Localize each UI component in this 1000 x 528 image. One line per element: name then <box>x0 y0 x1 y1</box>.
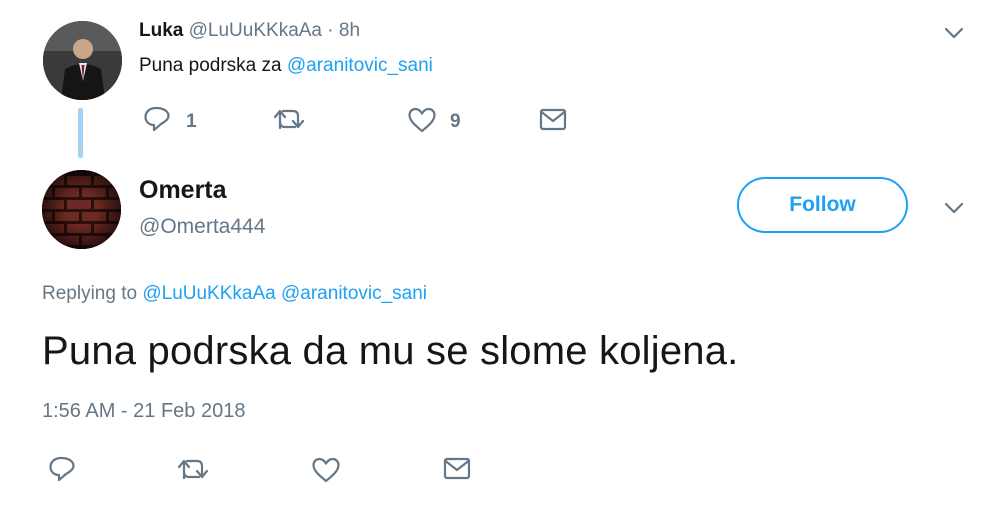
parent-tweet-mention[interactable]: @aranitovic_sani <box>287 55 433 76</box>
parent-author-name[interactable]: Luka <box>139 20 183 41</box>
omerta-avatar[interactable] <box>42 170 121 249</box>
main-author-name[interactable]: Omerta <box>139 176 227 205</box>
reply-count: 1 <box>186 111 197 132</box>
like-count: 9 <box>450 111 461 132</box>
separator: · <box>322 20 339 41</box>
retweet-icon[interactable] <box>177 457 209 481</box>
like-icon[interactable] <box>311 457 341 483</box>
direct-message-icon[interactable] <box>539 108 567 132</box>
parent-tweet-time[interactable]: 8h <box>339 20 360 41</box>
parent-tweet-text: Puna podrska za <box>139 55 287 76</box>
replying-to-label: Replying to <box>42 283 143 304</box>
parent-author-handle[interactable]: @LuUuKKkaAa <box>189 20 322 41</box>
retweet-icon[interactable] <box>273 107 305 131</box>
thread-connector-line <box>78 108 83 158</box>
tweet-timestamp[interactable]: 1:56 AM - 21 Feb 2018 <box>42 400 245 423</box>
chevron-down-icon[interactable] <box>944 26 964 40</box>
like-icon[interactable] <box>407 107 437 133</box>
main-tweet-text: Puna podrska da mu se slome koljena. <box>42 329 739 373</box>
follow-button[interactable]: Follow <box>737 177 908 233</box>
luka-avatar[interactable] <box>43 21 122 100</box>
reply-icon[interactable] <box>143 106 171 132</box>
replying-mention-luka[interactable]: @LuUuKKkaAa <box>142 283 275 304</box>
chevron-down-icon[interactable] <box>944 201 964 215</box>
direct-message-icon[interactable] <box>443 457 471 481</box>
main-author-handle[interactable]: @Omerta444 <box>139 215 265 239</box>
reply-icon[interactable] <box>48 456 76 482</box>
follow-button-label: Follow <box>789 193 856 216</box>
replying-mention-aranitovic[interactable]: @aranitovic_sani <box>281 283 427 304</box>
